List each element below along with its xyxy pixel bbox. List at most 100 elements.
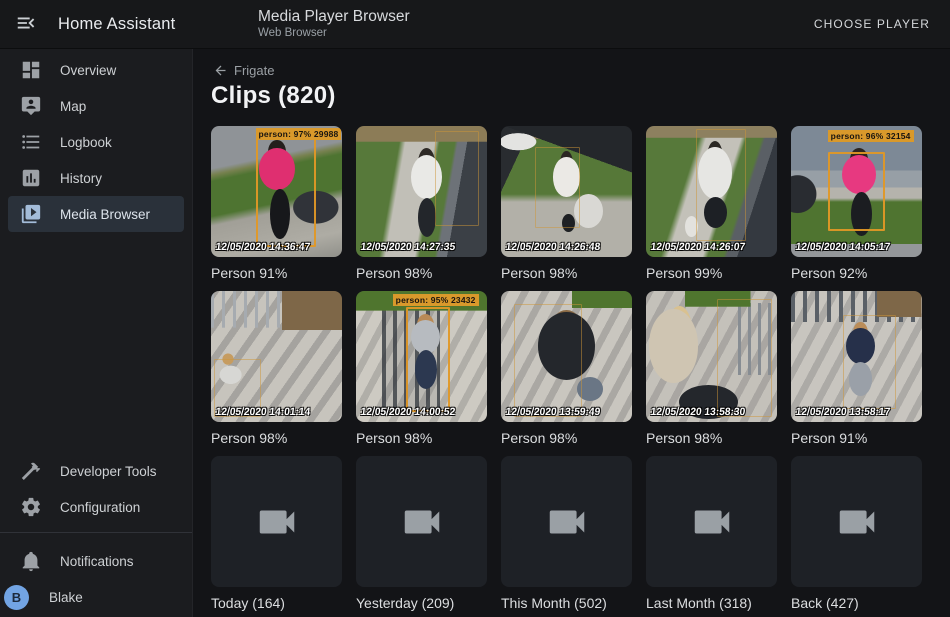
sidebar-menu: Overview Map Logbook History Media Browser (0, 52, 192, 232)
clip-label: Person 99% (646, 264, 777, 282)
clip-item[interactable]: 12/05/2020 13:58:17 Person 91% (791, 291, 922, 447)
folder-item[interactable]: Back (427) (791, 456, 922, 612)
clip-timestamp: 12/05/2020 14:01:14 (215, 406, 311, 418)
media-browser-content: Frigate Clips (820) person: 97% 29988 12… (193, 48, 950, 617)
clip-timestamp: 12/05/2020 13:59:49 (505, 406, 601, 418)
clip-item[interactable]: person: 96% 32154 12/05/2020 14:05:17 Pe… (791, 126, 922, 282)
video-camera-icon (689, 499, 735, 545)
video-camera-icon (834, 499, 880, 545)
sidebar-item-map[interactable]: Map (8, 88, 184, 124)
clip-label: Person 98% (646, 429, 777, 447)
clip-item[interactable]: person: 97% 29988 12/05/2020 14:36:47 Pe… (211, 126, 342, 282)
sidebar-item-profile[interactable]: B Blake (8, 579, 184, 615)
detection-bbox (435, 131, 480, 225)
folder-item[interactable]: This Month (502) (501, 456, 632, 612)
sidebar-item-configuration[interactable]: Configuration (8, 489, 184, 525)
menu-open-icon (15, 12, 37, 37)
clip-timestamp: 12/05/2020 14:26:07 (650, 241, 746, 253)
arrow-left-icon (213, 63, 228, 78)
detection-bbox (406, 307, 451, 412)
clip-timestamp: 12/05/2020 14:00:52 (360, 406, 456, 418)
clip-item[interactable]: 12/05/2020 13:58:30 Person 98% (646, 291, 777, 447)
detection-bbox (256, 136, 316, 246)
clip-thumbnail: 12/05/2020 14:26:48 (501, 126, 632, 257)
view-dashboard-icon (20, 59, 42, 81)
clip-timestamp: 12/05/2020 13:58:30 (650, 406, 746, 418)
clips-grid: person: 97% 29988 12/05/2020 14:36:47 Pe… (211, 126, 936, 447)
detection-bbox (843, 315, 895, 409)
clip-timestamp: 12/05/2020 14:36:47 (215, 241, 311, 253)
clip-thumbnail: 12/05/2020 13:58:30 (646, 291, 777, 422)
folders-grid: Today (164) Yesterday (209) This Month (… (211, 456, 936, 612)
page-subtitle: Web Browser (258, 26, 410, 41)
folder-label: Last Month (318) (646, 594, 777, 612)
sidebar-spacer (0, 232, 192, 453)
clip-thumbnail: 12/05/2020 13:59:49 (501, 291, 632, 422)
sidebar-item-overview[interactable]: Overview (8, 52, 184, 88)
clip-thumbnail: 12/05/2020 13:58:17 (791, 291, 922, 422)
clip-thumbnail: person: 97% 29988 12/05/2020 14:36:47 (211, 126, 342, 257)
home-assistant-app: Home Assistant Media Player Browser Web … (0, 0, 950, 617)
clip-label: Person 98% (501, 264, 632, 282)
detection-tag: person: 97% 29988 (256, 128, 342, 140)
detection-bbox (828, 152, 886, 231)
page-title: Media Player Browser (258, 7, 410, 26)
folder-item[interactable]: Today (164) (211, 456, 342, 612)
clip-item[interactable]: 12/05/2020 13:59:49 Person 98% (501, 291, 632, 447)
folder-thumbnail (356, 456, 487, 587)
clip-item[interactable]: 12/05/2020 14:26:07 Person 99% (646, 126, 777, 282)
sidebar-toggle-button[interactable] (6, 0, 46, 48)
folder-label: This Month (502) (501, 594, 632, 612)
folder-label: Today (164) (211, 594, 342, 612)
sidebar-item-label: Map (60, 99, 86, 114)
video-camera-icon (399, 499, 445, 545)
clip-label: Person 98% (356, 264, 487, 282)
clip-timestamp: 12/05/2020 14:05:17 (795, 241, 891, 253)
clip-timestamp: 12/05/2020 14:27:35 (360, 241, 456, 253)
profile-name: Blake (49, 590, 83, 605)
sidebar-item-logbook[interactable]: Logbook (8, 124, 184, 160)
chart-box-icon (20, 167, 42, 189)
sidebar-item-label: Media Browser (60, 207, 150, 222)
sidebar-item-notifications[interactable]: Notifications (8, 543, 184, 579)
clips-title: Clips (820) (211, 82, 936, 110)
clip-thumbnail: 12/05/2020 14:27:35 (356, 126, 487, 257)
clip-item[interactable]: person: 95% 23432 12/05/2020 14:00:52 Pe… (356, 291, 487, 447)
tooltip-account-icon (20, 95, 42, 117)
folder-item[interactable]: Yesterday (209) (356, 456, 487, 612)
hammer-icon (20, 460, 42, 482)
sidebar-divider (0, 532, 192, 533)
sidebar-item-label: History (60, 171, 102, 186)
cog-icon (20, 496, 42, 518)
detection-bbox (514, 304, 582, 417)
breadcrumb-back-frigate[interactable]: Frigate (213, 62, 274, 78)
avatar: B (4, 585, 29, 610)
play-box-multiple-icon (20, 203, 42, 225)
sidebar-item-label: Configuration (60, 500, 140, 515)
clip-thumbnail: person: 96% 32154 12/05/2020 14:05:17 (791, 126, 922, 257)
detection-tag: person: 96% 32154 (828, 130, 914, 142)
detection-tag: person: 95% 23432 (393, 294, 479, 306)
folder-thumbnail (791, 456, 922, 587)
folder-label: Yesterday (209) (356, 594, 487, 612)
clip-timestamp: 12/05/2020 14:26:48 (505, 241, 601, 253)
detection-bbox (535, 147, 580, 228)
clip-label: Person 98% (356, 429, 487, 447)
sidebar-item-media-browser[interactable]: Media Browser (8, 196, 184, 232)
clip-item[interactable]: 12/05/2020 14:27:35 Person 98% (356, 126, 487, 282)
clip-thumbnail: 12/05/2020 14:01:14 (211, 291, 342, 422)
folder-item[interactable]: Last Month (318) (646, 456, 777, 612)
video-camera-icon (254, 499, 300, 545)
clip-thumbnail: 12/05/2020 14:26:07 (646, 126, 777, 257)
sidebar-item-developer-tools[interactable]: Developer Tools (8, 453, 184, 489)
choose-player-button[interactable]: CHOOSE PLAYER (808, 0, 936, 48)
sidebar-item-history[interactable]: History (8, 160, 184, 196)
detection-bbox (696, 129, 746, 242)
app-title: Home Assistant (58, 15, 175, 34)
clip-item[interactable]: 12/05/2020 14:26:48 Person 98% (501, 126, 632, 282)
sidebar-item-label: Logbook (60, 135, 112, 150)
clip-timestamp: 12/05/2020 13:58:17 (795, 406, 891, 418)
clip-item[interactable]: 12/05/2020 14:01:14 Person 98% (211, 291, 342, 447)
folder-thumbnail (646, 456, 777, 587)
bell-icon (20, 550, 42, 572)
